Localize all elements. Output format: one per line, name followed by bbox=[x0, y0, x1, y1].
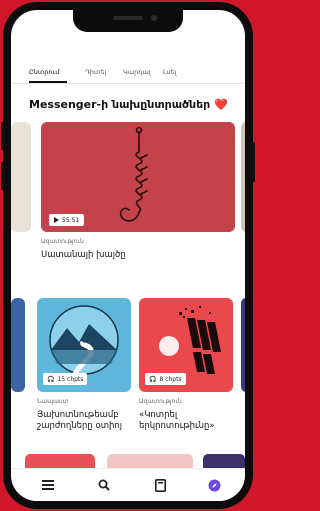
card-category: Ազատություն bbox=[139, 398, 182, 405]
card-title-line2[interactable]: շարժողները օտիոյ bbox=[37, 421, 122, 432]
tab-choose[interactable]: Ընտրում bbox=[29, 68, 59, 76]
hero-title[interactable]: Սատանայի խայծը bbox=[41, 250, 126, 261]
active-tab-indicator bbox=[29, 81, 67, 83]
carousel-next-card[interactable] bbox=[241, 122, 245, 232]
bottom-navigation bbox=[11, 468, 245, 501]
chapters-badge: 🎧 8 chpts bbox=[145, 373, 186, 385]
phone-side-button bbox=[1, 122, 4, 150]
menu-icon[interactable] bbox=[41, 478, 55, 492]
section-title: Messenger-ի նախընտրածներ ❤️ bbox=[29, 98, 228, 111]
chapters-badge: 🎧 15 chpts bbox=[43, 373, 88, 385]
speaker-grille bbox=[113, 16, 143, 20]
play-icon bbox=[54, 217, 59, 223]
search-icon[interactable] bbox=[97, 478, 111, 492]
audio-card[interactable]: 🎧 8 chpts bbox=[139, 298, 233, 392]
tab-read[interactable]: Կարդալ bbox=[123, 68, 151, 76]
featured-video-card[interactable]: 55:51 bbox=[41, 122, 235, 232]
heart-icon: ❤️ bbox=[214, 98, 228, 111]
tab-listen[interactable]: Լսել bbox=[163, 68, 176, 76]
phone-frame: Ընտրում Դիտել Կարդալ Լսել Messenger-ի նա… bbox=[1, 2, 255, 509]
card-title-line1[interactable]: «Կոտրել bbox=[139, 410, 177, 421]
carousel-prev-card[interactable] bbox=[11, 122, 31, 232]
chapters-text: 15 chpts bbox=[57, 375, 84, 383]
section-title-text: Messenger-ի նախընտրածներ bbox=[29, 98, 211, 111]
phone-notch bbox=[73, 10, 183, 32]
book-icon[interactable] bbox=[153, 478, 167, 492]
headphones-icon: 🎧 bbox=[149, 375, 157, 383]
headphones-icon: 🎧 bbox=[47, 375, 55, 383]
carousel-prev-card[interactable] bbox=[11, 298, 25, 392]
card-title-line1[interactable]: Յախոտնութեամբ bbox=[37, 410, 119, 421]
tab-watch[interactable]: Դիտել bbox=[85, 68, 106, 76]
category-tabs: Ընտրում Դիտել Կարդալ Լսել bbox=[11, 62, 245, 84]
front-camera bbox=[151, 15, 157, 21]
audio-card[interactable]: 🎧 15 chpts bbox=[37, 298, 131, 392]
duration-text: 55:51 bbox=[62, 216, 80, 224]
compass-icon[interactable] bbox=[207, 478, 221, 492]
app-screen: Ընտրում Դիտել Կարդալ Լսել Messenger-ի նա… bbox=[11, 10, 245, 501]
hero-category: Ազատություն bbox=[41, 238, 84, 245]
carousel-next-card[interactable] bbox=[241, 298, 245, 392]
duration-badge: 55:51 bbox=[49, 214, 85, 226]
card-title-line2[interactable]: երկրոտութիւնը» bbox=[139, 421, 215, 432]
chapters-text: 8 chpts bbox=[159, 375, 182, 383]
phone-side-button bbox=[1, 162, 4, 190]
card-category: Նապաստ bbox=[37, 398, 69, 405]
phone-power-button bbox=[252, 142, 255, 182]
